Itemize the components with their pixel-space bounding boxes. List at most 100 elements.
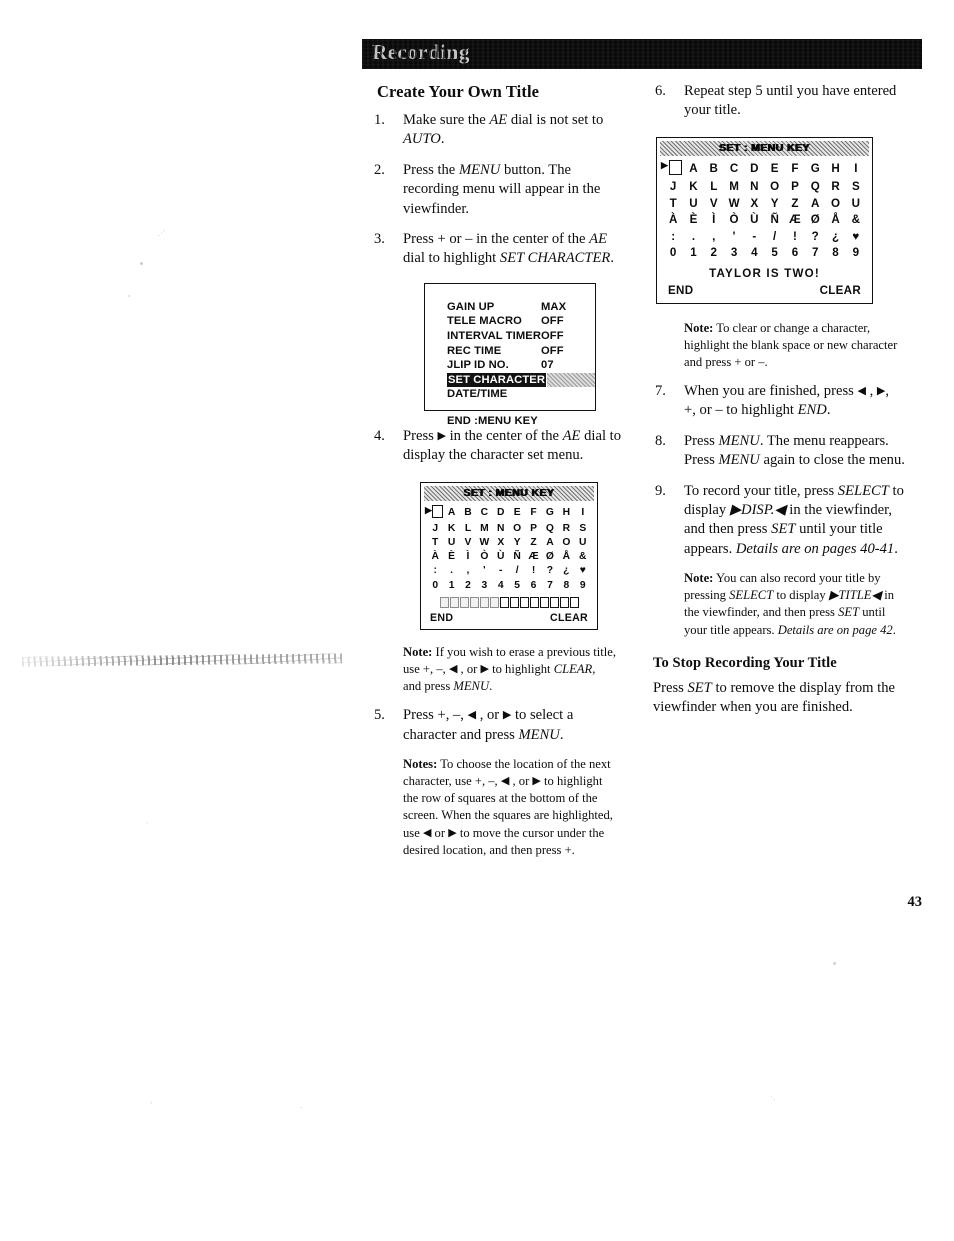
character-cell[interactable]: Ø — [542, 550, 558, 564]
character-cell[interactable]: 9 — [575, 579, 591, 593]
character-cell[interactable]: Å — [825, 212, 845, 228]
title-entry-slot[interactable] — [509, 596, 519, 608]
character-cell[interactable]: U — [683, 196, 703, 212]
character-cell[interactable]: È — [443, 550, 459, 564]
character-cell[interactable]: Q — [542, 522, 558, 536]
character-cell[interactable]: E — [764, 160, 784, 179]
character-cell[interactable]: 0 — [663, 245, 683, 261]
character-cell[interactable]: Ò — [476, 550, 492, 564]
character-cell[interactable]: ' — [724, 229, 744, 245]
character-cell[interactable]: 1 — [683, 245, 703, 261]
character-cell[interactable]: J — [663, 179, 683, 195]
character-cell[interactable]: I — [846, 160, 866, 179]
character-cell[interactable]: U — [443, 536, 459, 550]
title-entry-slot[interactable] — [499, 596, 509, 608]
title-entry-slot[interactable] — [489, 596, 499, 608]
character-cell[interactable]: 0 — [427, 579, 443, 593]
character-cell[interactable]: À — [427, 550, 443, 564]
character-cell[interactable]: X — [744, 196, 764, 212]
character-cell[interactable]: ¿ — [825, 229, 845, 245]
character-cell[interactable]: ' — [476, 564, 492, 578]
character-cell[interactable]: O — [825, 196, 845, 212]
menu-row[interactable]: GAIN UP MAX — [447, 300, 595, 315]
character-cell[interactable]: J — [427, 522, 443, 536]
character-cell[interactable]: Z — [525, 536, 541, 550]
character-cell[interactable]: 3 — [724, 245, 744, 261]
title-entry-slot[interactable] — [529, 596, 539, 608]
character-cell[interactable]: . — [683, 229, 703, 245]
character-cell[interactable]: Y — [509, 536, 525, 550]
menu-row[interactable]: INTERVAL TIMER OFF — [447, 329, 595, 344]
title-entry-slot[interactable] — [449, 596, 459, 608]
title-entry-slot[interactable] — [459, 596, 469, 608]
character-cell[interactable]: D — [744, 160, 764, 179]
character-cell[interactable]: L — [460, 522, 476, 536]
character-cell[interactable]: V — [460, 536, 476, 550]
character-cell[interactable]: U — [846, 196, 866, 212]
character-cell[interactable]: E — [509, 505, 525, 522]
menu-row[interactable]: REC TIME OFF — [447, 344, 595, 359]
menu-row[interactable]: DATE/TIME — [447, 387, 595, 402]
character-cell[interactable]: - — [744, 229, 764, 245]
menu-row[interactable]: JLIP ID NO. 07 — [447, 358, 595, 373]
character-cell[interactable]: / — [764, 229, 784, 245]
character-cell[interactable]: W — [724, 196, 744, 212]
character-cell[interactable]: T — [427, 536, 443, 550]
character-cell[interactable]: 9 — [846, 245, 866, 261]
character-cell[interactable]: , — [704, 229, 724, 245]
character-cell[interactable]: & — [846, 212, 866, 228]
character-cell[interactable]: B — [704, 160, 724, 179]
character-cell[interactable]: 5 — [509, 579, 525, 593]
character-cell[interactable]: 3 — [476, 579, 492, 593]
character-cell[interactable]: K — [683, 179, 703, 195]
character-cell[interactable]: Å — [558, 550, 574, 564]
character-cell[interactable]: C — [476, 505, 492, 522]
character-cell[interactable]: Ì — [460, 550, 476, 564]
title-entry-slot[interactable] — [539, 596, 549, 608]
character-cell[interactable]: Ù — [744, 212, 764, 228]
character-cell[interactable]: Ò — [724, 212, 744, 228]
character-cell[interactable]: Ñ — [764, 212, 784, 228]
character-cell[interactable]: F — [785, 160, 805, 179]
character-cell[interactable]: 5 — [764, 245, 784, 261]
character-cell[interactable]: O — [764, 179, 784, 195]
character-cell[interactable]: & — [575, 550, 591, 564]
character-cell[interactable]: D — [493, 505, 509, 522]
character-cell[interactable]: Ñ — [509, 550, 525, 564]
character-cell[interactable]: . — [443, 564, 459, 578]
character-cell[interactable]: K — [443, 522, 459, 536]
character-cell[interactable]: P — [785, 179, 805, 195]
character-cell[interactable]: M — [476, 522, 492, 536]
character-cell-blank-space[interactable]: ▶ — [425, 504, 444, 522]
character-cell[interactable]: X — [493, 536, 509, 550]
character-cell[interactable]: H — [825, 160, 845, 179]
character-cell[interactable]: N — [493, 522, 509, 536]
character-cell[interactable]: Ì — [704, 212, 724, 228]
character-cell[interactable]: C — [724, 160, 744, 179]
character-cell[interactable]: S — [846, 179, 866, 195]
character-cell[interactable]: : — [663, 229, 683, 245]
character-cell[interactable]: 7 — [542, 579, 558, 593]
character-cell[interactable]: N — [744, 179, 764, 195]
character-cell[interactable]: ? — [542, 564, 558, 578]
character-cell[interactable]: R — [825, 179, 845, 195]
character-cell[interactable]: O — [509, 522, 525, 536]
character-cell[interactable]: R — [558, 522, 574, 536]
character-cell[interactable]: 2 — [704, 245, 724, 261]
character-cell[interactable]: 8 — [558, 579, 574, 593]
character-cell[interactable]: 2 — [460, 579, 476, 593]
character-cell[interactable]: T — [663, 196, 683, 212]
character-cell[interactable]: ? — [805, 229, 825, 245]
character-cell[interactable]: L — [704, 179, 724, 195]
character-cell[interactable]: À — [663, 212, 683, 228]
character-cell[interactable]: W — [476, 536, 492, 550]
character-cell[interactable]: Æ — [525, 550, 541, 564]
title-entry-slot[interactable] — [549, 596, 559, 608]
character-cell[interactable]: H — [558, 505, 574, 522]
character-cell[interactable]: ¿ — [558, 564, 574, 578]
menu-row[interactable]: SET CHARACTER — [447, 372, 595, 388]
character-cell[interactable]: A — [683, 160, 703, 179]
character-cell[interactable]: O — [558, 536, 574, 550]
character-cell[interactable]: V — [704, 196, 724, 212]
title-entry-slot[interactable] — [569, 596, 579, 608]
